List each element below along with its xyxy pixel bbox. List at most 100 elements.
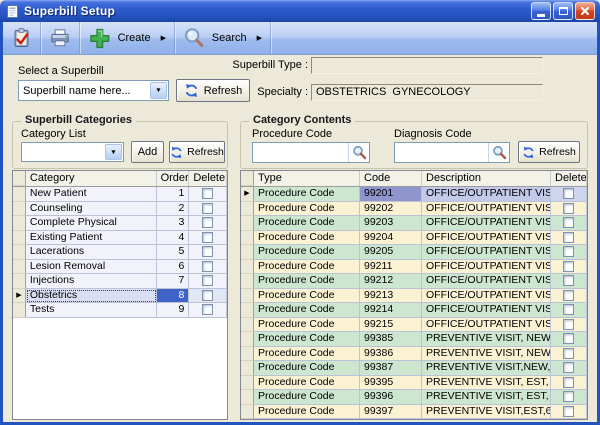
description-cell[interactable]: PREVENTIVE VISIT, NEW, 40-64 xyxy=(422,347,551,362)
description-cell[interactable]: OFFICE/OUTPATIENT VISIT xyxy=(422,289,551,304)
delete-checkbox[interactable] xyxy=(202,304,213,315)
delete-checkbox[interactable] xyxy=(563,319,574,330)
row-selector[interactable] xyxy=(241,216,254,231)
order-cell[interactable]: 3 xyxy=(157,216,190,231)
minimize-button[interactable] xyxy=(531,2,551,20)
table-row[interactable]: Existing Patient4 xyxy=(13,231,227,246)
code-cell[interactable]: 99205 xyxy=(360,245,422,260)
row-selector[interactable] xyxy=(13,245,26,260)
code-cell[interactable]: 99213 xyxy=(360,289,422,304)
type-cell[interactable]: Procedure Code xyxy=(254,303,360,318)
delete-checkbox[interactable] xyxy=(563,406,574,417)
type-cell[interactable]: Procedure Code xyxy=(254,405,360,420)
table-row[interactable]: Procedure Code99215OFFICE/OUTPATIENT VIS… xyxy=(241,318,587,333)
category-list-arrow-button[interactable]: ▼ xyxy=(105,144,122,160)
description-cell[interactable]: OFFICE/OUTPATIENT VISIT, NEW xyxy=(422,231,551,246)
row-selector[interactable] xyxy=(241,405,254,420)
add-category-button[interactable]: Add xyxy=(131,141,164,163)
description-cell[interactable]: OFFICE/OUTPATIENT VISIT, NEW xyxy=(422,216,551,231)
category-cell[interactable]: Counseling xyxy=(26,202,157,217)
delete-checkbox[interactable] xyxy=(563,232,574,243)
code-cell[interactable]: 99203 xyxy=(360,216,422,231)
type-cell[interactable]: Procedure Code xyxy=(254,187,360,202)
code-cell[interactable]: 99396 xyxy=(360,390,422,405)
row-selector[interactable] xyxy=(241,274,254,289)
row-selector[interactable] xyxy=(241,303,254,318)
type-cell[interactable]: Procedure Code xyxy=(254,390,360,405)
description-cell[interactable]: PREVENTIVE VISIT, EST, 40-64 xyxy=(422,390,551,405)
category-cell[interactable]: Lesion Removal xyxy=(26,260,157,275)
row-selector[interactable] xyxy=(13,231,26,246)
delete-checkbox[interactable] xyxy=(563,246,574,257)
category-cell[interactable]: Injections xyxy=(26,274,157,289)
order-cell[interactable]: 9 xyxy=(157,303,190,318)
code-cell[interactable]: 99397 xyxy=(360,405,422,420)
table-row[interactable]: Procedure Code99386PREVENTIVE VISIT, NEW… xyxy=(241,347,587,362)
table-row[interactable]: Procedure Code99387PREVENTIVE VISIT,NEW,… xyxy=(241,361,587,376)
order-cell[interactable]: 2 xyxy=(157,202,190,217)
row-selector-marker-icon[interactable]: ▶ xyxy=(13,289,26,304)
table-row[interactable]: Procedure Code99396PREVENTIVE VISIT, EST… xyxy=(241,390,587,405)
order-cell[interactable]: 4 xyxy=(157,231,190,246)
table-row[interactable]: Counseling2 xyxy=(13,202,227,217)
code-cell[interactable]: 99395 xyxy=(360,376,422,391)
table-row[interactable]: New Patient1 xyxy=(13,187,227,202)
code-cell[interactable]: 99387 xyxy=(360,361,422,376)
table-row[interactable]: Procedure Code99214OFFICE/OUTPATIENT VIS… xyxy=(241,303,587,318)
row-selector[interactable] xyxy=(241,361,254,376)
row-selector[interactable] xyxy=(241,332,254,347)
table-row[interactable]: ▶Procedure Code99201OFFICE/OUTPATIENT VI… xyxy=(241,187,587,202)
table-row[interactable]: Procedure Code99395PREVENTIVE VISIT, EST… xyxy=(241,376,587,391)
row-selector[interactable] xyxy=(13,303,26,318)
row-selector[interactable] xyxy=(13,274,26,289)
delete-checkbox[interactable] xyxy=(202,275,213,286)
row-selector[interactable] xyxy=(241,347,254,362)
table-row[interactable]: Tests9 xyxy=(13,303,227,318)
diagnosis-code-input[interactable] xyxy=(395,143,488,162)
table-row[interactable]: Procedure Code99397PREVENTIVE VISIT,EST,… xyxy=(241,405,587,420)
title-bar[interactable]: Superbill Setup xyxy=(0,0,600,22)
delete-checkbox[interactable] xyxy=(563,275,574,286)
category-list-select[interactable]: ▼ xyxy=(21,142,124,162)
row-selector[interactable] xyxy=(241,390,254,405)
code-cell[interactable]: 99386 xyxy=(360,347,422,362)
close-button[interactable] xyxy=(575,2,595,20)
category-cell[interactable]: Obstetrics xyxy=(26,289,157,304)
description-cell[interactable]: OFFICE/OUTPATIENT VISIT, EST xyxy=(422,260,551,275)
row-selector[interactable] xyxy=(241,231,254,246)
delete-checkbox[interactable] xyxy=(202,232,213,243)
maximize-button[interactable] xyxy=(553,2,573,20)
superbill-select[interactable]: Superbill name here... ▼ xyxy=(18,80,169,101)
create-button[interactable]: Create ▶ xyxy=(80,22,175,54)
description-cell[interactable]: PREVENTIVE VISIT,NEW,65&OVER xyxy=(422,361,551,376)
order-cell[interactable]: 7 xyxy=(157,274,190,289)
type-cell[interactable]: Procedure Code xyxy=(254,332,360,347)
row-selector[interactable] xyxy=(241,245,254,260)
row-selector[interactable] xyxy=(241,318,254,333)
type-cell[interactable]: Procedure Code xyxy=(254,347,360,362)
table-row[interactable]: Procedure Code99205OFFICE/OUTPATIENT VIS… xyxy=(241,245,587,260)
code-cell[interactable]: 99385 xyxy=(360,332,422,347)
superbill-select-arrow-button[interactable]: ▼ xyxy=(150,82,167,99)
row-selector[interactable] xyxy=(13,187,26,202)
delete-checkbox[interactable] xyxy=(563,261,574,272)
row-selector[interactable] xyxy=(13,202,26,217)
diagnosis-code-search-button[interactable] xyxy=(488,143,509,162)
search-button[interactable]: Search ▶ xyxy=(175,22,271,54)
table-row[interactable]: Procedure Code99212OFFICE/OUTPATIENT VIS… xyxy=(241,274,587,289)
table-row[interactable]: Procedure Code99211OFFICE/OUTPATIENT VIS… xyxy=(241,260,587,275)
order-cell[interactable]: 6 xyxy=(157,260,190,275)
procedure-code-input[interactable] xyxy=(253,143,348,162)
table-row[interactable]: Complete Physical3 xyxy=(13,216,227,231)
description-cell[interactable]: OFFICE/OUTPATIENT VISIT, NEW xyxy=(422,187,551,202)
code-cell[interactable]: 99215 xyxy=(360,318,422,333)
order-cell[interactable]: 8 xyxy=(157,289,190,304)
code-cell[interactable]: 99211 xyxy=(360,260,422,275)
row-selector[interactable] xyxy=(13,216,26,231)
row-selector[interactable] xyxy=(241,260,254,275)
delete-checkbox[interactable] xyxy=(202,261,213,272)
code-cell[interactable]: 99201 xyxy=(360,187,422,202)
delete-checkbox[interactable] xyxy=(563,290,574,301)
description-cell[interactable]: OFFICE/OUTPATIENT VISIT, EST xyxy=(422,303,551,318)
code-cell[interactable]: 99202 xyxy=(360,202,422,217)
